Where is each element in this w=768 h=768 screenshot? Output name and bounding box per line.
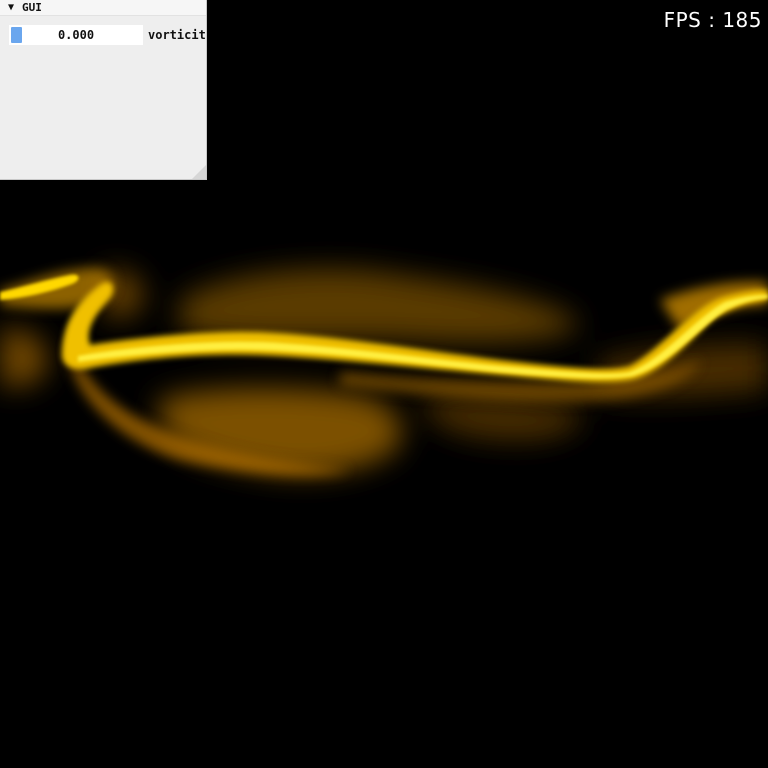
smoke-haze <box>0 268 768 474</box>
vorticity-slider[interactable]: 0.000 <box>9 25 143 45</box>
triangle-down-icon[interactable]: ▼ <box>8 2 14 13</box>
simulation-viewport[interactable]: FPS : 185 ▼ GUI 0.000 vorticity <box>0 0 768 768</box>
vorticity-slider-row: 0.000 vorticity <box>9 25 207 45</box>
vorticity-label: vorticity <box>148 28 207 42</box>
gui-title: GUI <box>22 1 42 14</box>
resize-grip[interactable] <box>192 165 206 179</box>
gui-panel[interactable]: ▼ GUI 0.000 vorticity <box>0 0 207 180</box>
slider-value: 0.000 <box>57 28 95 42</box>
fps-counter: FPS : 185 <box>663 8 762 32</box>
gui-titlebar[interactable]: ▼ GUI <box>0 0 206 16</box>
